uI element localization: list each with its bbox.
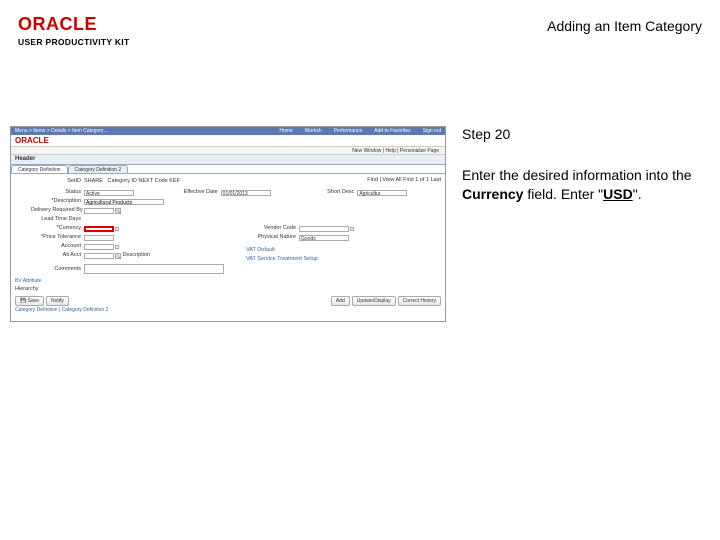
form-area: SetIDSHARE Category ID NEXT Code KEF Fin… <box>11 174 445 276</box>
desc-label: *Description <box>31 198 81 205</box>
pnature-select[interactable]: Goods <box>299 235 349 241</box>
nav-link-fav[interactable]: Add to Favorites <box>374 128 410 134</box>
short-label: Short Desc <box>304 189 354 196</box>
update-button[interactable]: Update/Display <box>352 296 396 306</box>
altacct-label: Alt Acct <box>31 252 81 259</box>
status-label: Status <box>31 189 81 196</box>
bv-attribute-link[interactable]: BV Attribute <box>11 278 445 286</box>
step-label: Step 20 <box>462 126 700 142</box>
pricetol-input[interactable] <box>84 235 114 241</box>
instruction-text: Enter the desired information into the C… <box>462 166 700 204</box>
effdate-input[interactable]: 01/01/2013 <box>221 190 271 196</box>
pnature-label: Physical Nature <box>246 234 296 241</box>
account-input[interactable] <box>84 244 114 250</box>
add-button[interactable]: Add <box>331 296 350 306</box>
delivery-input[interactable] <box>84 208 114 214</box>
section-header: Header <box>11 155 445 165</box>
correct-button[interactable]: Correct History <box>398 296 441 306</box>
save-button[interactable]: 💾 Save <box>15 296 44 306</box>
bottom-breadcrumb[interactable]: Category Definition | Category Definitio… <box>11 306 445 313</box>
tab-category-definition-2[interactable]: Category Definition 2 <box>68 165 129 173</box>
leadtime-label: Lead Time Days <box>31 216 81 223</box>
page-title: Adding an Item Category <box>547 18 702 34</box>
comments-textarea[interactable] <box>84 264 224 274</box>
app-logo-bar: ORACLE <box>11 135 445 147</box>
find-view[interactable]: Find | View All First 1 of 1 Last <box>367 177 441 183</box>
vatsvc-link[interactable]: VAT Service Treatment Setup <box>246 256 318 263</box>
embedded-screenshot: Menu > Items > Details > Item Category… … <box>10 126 446 322</box>
comments-label: Comments <box>31 266 81 273</box>
app-menubar: Menu > Items > Details > Item Category… … <box>11 127 445 135</box>
short-input[interactable]: Agricultur <box>357 190 407 196</box>
vat-link[interactable]: VAT Default <box>246 247 275 254</box>
brand-sub: USER PRODUCTIVITY KIT <box>18 37 129 47</box>
tab-category-definition[interactable]: Category Definition <box>11 165 68 173</box>
hierarchy-label: Hierarchy <box>15 286 65 293</box>
nav-link-home[interactable]: Home <box>279 128 292 134</box>
lookup-icon[interactable] <box>350 227 354 231</box>
notify-button[interactable]: Notify <box>46 296 69 306</box>
lookup-icon[interactable] <box>115 227 119 231</box>
vcode-label: Vendor Code <box>246 225 296 232</box>
status-select[interactable]: Active <box>84 190 134 196</box>
vcode-input[interactable] <box>299 226 349 232</box>
pricetol-label: *Price Tolerance <box>31 234 81 241</box>
nav-link-signout[interactable]: Sign out <box>423 128 441 134</box>
tab-strip: Category Definition Category Definition … <box>11 165 445 174</box>
breadcrumb: Menu > Items > Details > Item Category… <box>15 128 109 134</box>
desc-input[interactable]: Agricultural Products <box>84 199 164 205</box>
brand-main: ORACLE <box>18 14 129 35</box>
nav-link-perf[interactable]: Performance <box>334 128 363 134</box>
delivery-label: Delivery Required By <box>31 207 81 214</box>
brand-logo: ORACLE USER PRODUCTIVITY KIT <box>18 14 129 47</box>
currency-label: *Currency <box>31 225 81 232</box>
account-label: Account <box>31 243 81 250</box>
currency-input[interactable] <box>84 226 114 232</box>
page-header: ORACLE USER PRODUCTIVITY KIT Adding an I… <box>18 14 702 47</box>
altacct-input[interactable] <box>84 253 114 259</box>
lookup-icon[interactable]: 🔍 <box>115 253 121 259</box>
nav-link-worklist[interactable]: Worksh <box>305 128 322 134</box>
lookup-icon[interactable]: 🔍 <box>115 208 121 214</box>
lookup-icon[interactable] <box>115 245 119 249</box>
app-subbar: New Window | Help | Personalize Page <box>11 147 445 155</box>
setid-label: SetID <box>31 178 81 185</box>
effdate-label: Effective Date <box>168 189 218 196</box>
instruction-panel: Step 20 Enter the desired information in… <box>462 126 700 204</box>
